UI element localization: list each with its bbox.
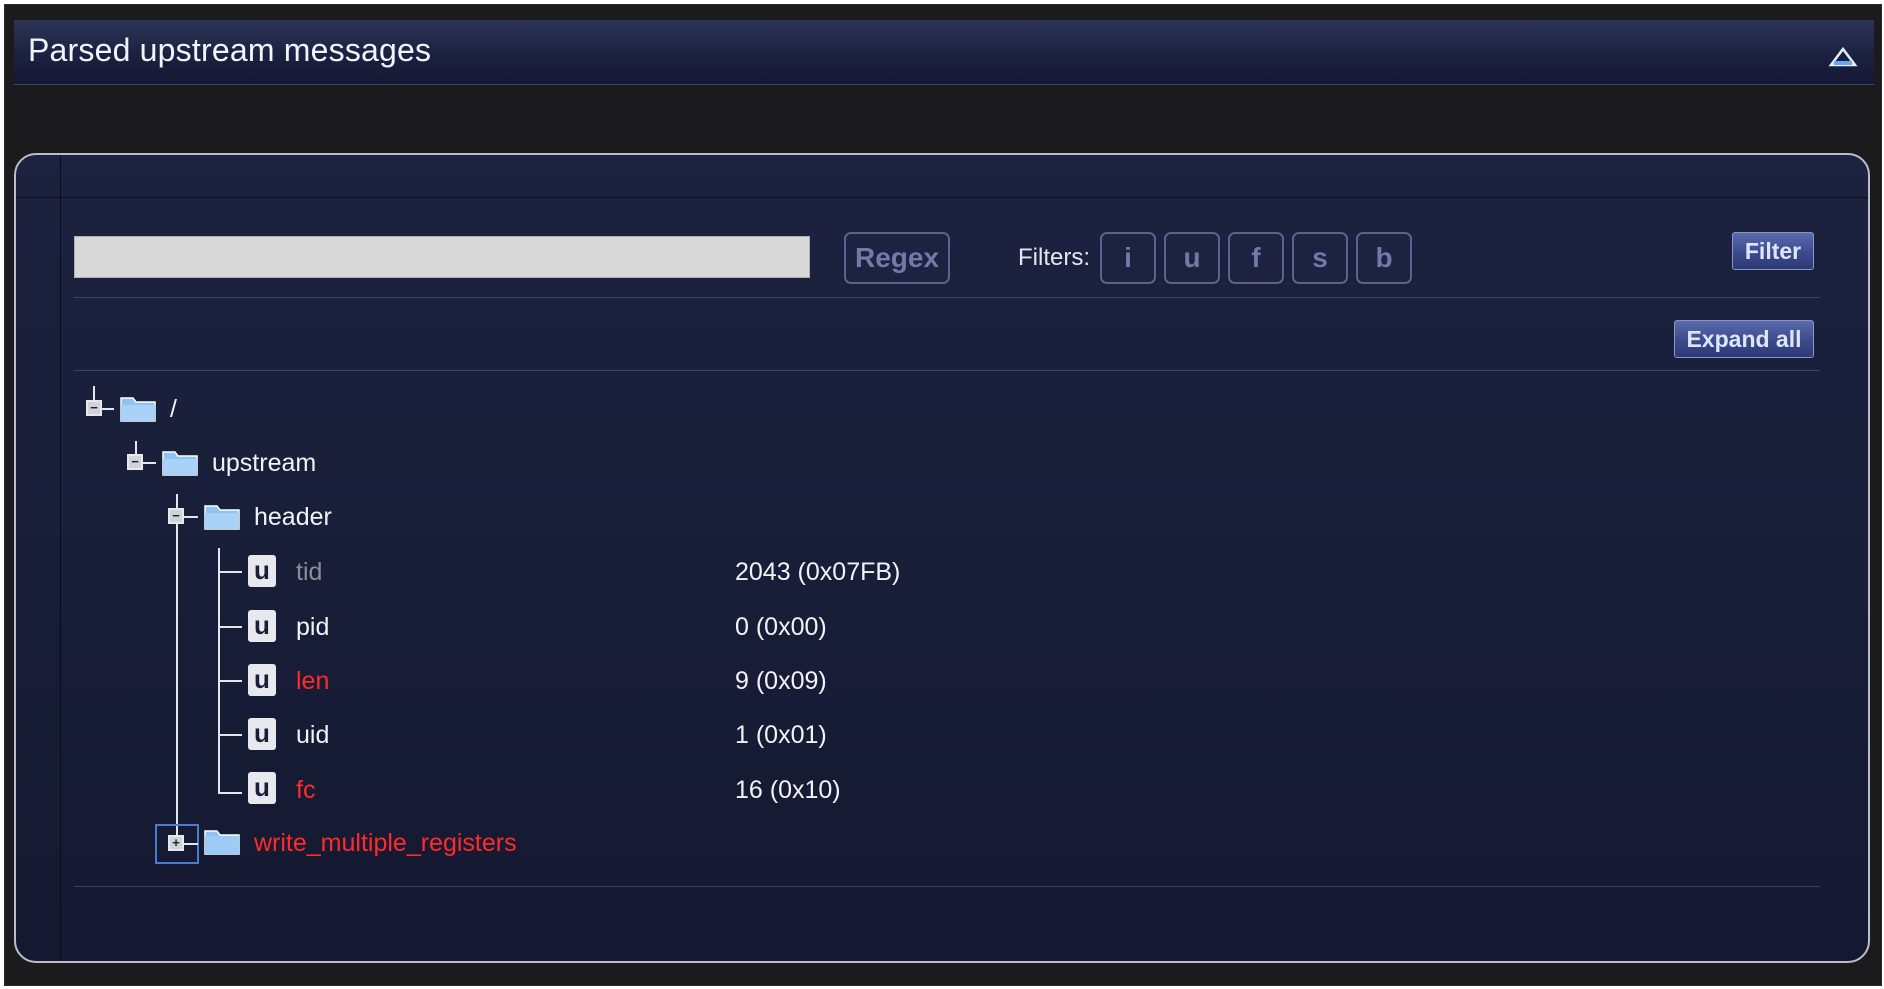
tree-connector: [218, 626, 242, 628]
folder-open-icon[interactable]: [162, 448, 198, 476]
filter-b-button[interactable]: b: [1356, 232, 1412, 284]
field-name-fc[interactable]: fc: [296, 776, 315, 805]
filter-s-button[interactable]: s: [1292, 232, 1348, 284]
tree-node-label[interactable]: /: [170, 395, 177, 424]
folder-open-icon[interactable]: [120, 394, 156, 422]
search-input[interactable]: [74, 236, 810, 278]
uint-type-icon: u: [248, 555, 276, 587]
panel-titlebar: Parsed upstream messages: [14, 20, 1874, 85]
folder-open-icon[interactable]: [204, 502, 240, 530]
filter-i-button[interactable]: i: [1100, 232, 1156, 284]
panel-left-divider: [60, 155, 61, 961]
uint-type-icon: u: [248, 718, 276, 750]
tree-connector: [184, 843, 198, 845]
field-name-len[interactable]: len: [296, 667, 329, 696]
collapse-toggle-icon[interactable]: −: [168, 508, 184, 524]
regex-button[interactable]: Regex: [844, 232, 950, 284]
collapse-toggle-icon[interactable]: −: [127, 454, 143, 470]
tree-connector: [218, 548, 220, 794]
filter-button[interactable]: Filter: [1732, 232, 1814, 270]
tree-connector: [142, 462, 156, 464]
field-value-fc: 16 (0x10): [735, 776, 841, 804]
tree-connector: [218, 734, 242, 736]
tree-node-label[interactable]: upstream: [212, 449, 316, 478]
panel-title: Parsed upstream messages: [28, 32, 432, 68]
panel-divider: [16, 197, 1868, 198]
tree-connector: [218, 571, 242, 573]
filter-u-button[interactable]: u: [1164, 232, 1220, 284]
tree-node-label[interactable]: header: [254, 503, 332, 532]
uint-type-icon: u: [248, 664, 276, 696]
field-value-uid: 1 (0x01): [735, 721, 827, 749]
filters-label: Filters:: [1018, 244, 1090, 271]
tree-node-label[interactable]: write_multiple_registers: [254, 829, 517, 858]
tree-connector: [184, 516, 198, 518]
tree-connector: [218, 792, 242, 794]
uint-type-icon: u: [248, 772, 276, 804]
tree-connector: [218, 680, 242, 682]
folder-closed-icon[interactable]: [204, 827, 240, 855]
toolbar-separator: [74, 297, 1820, 298]
tree-bottom-separator: [74, 886, 1820, 887]
uint-type-icon: u: [248, 610, 276, 642]
tree-top-separator: [74, 370, 1820, 371]
filter-f-button[interactable]: f: [1228, 232, 1284, 284]
tree-connector: [100, 408, 114, 410]
field-value-tid: 2043 (0x07FB): [735, 558, 901, 586]
field-name-tid[interactable]: tid: [296, 558, 322, 587]
field-value-pid: 0 (0x00): [735, 613, 827, 641]
tree-connector: [176, 494, 178, 842]
field-name-pid[interactable]: pid: [296, 613, 329, 642]
field-value-len: 9 (0x09): [735, 667, 827, 695]
expand-all-button[interactable]: Expand all: [1674, 320, 1814, 358]
collapse-toggle-icon[interactable]: −: [86, 400, 102, 416]
expand-toggle-icon[interactable]: +: [168, 835, 184, 851]
collapse-up-icon[interactable]: [1828, 46, 1858, 70]
field-name-uid[interactable]: uid: [296, 721, 329, 750]
